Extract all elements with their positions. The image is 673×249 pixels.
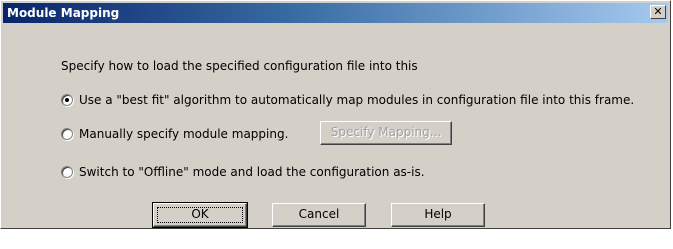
focus-rectangle: [157, 207, 243, 223]
option-best-fit-label: Use a "best fit" algorithm to automatica…: [79, 93, 635, 107]
close-icon[interactable]: ✕: [650, 5, 666, 19]
specify-mapping-button[interactable]: Specify Mapping...: [320, 121, 452, 145]
cancel-button[interactable]: Cancel: [272, 203, 366, 227]
option-offline[interactable]: Switch to "Offline" mode and load the co…: [61, 165, 425, 179]
module-mapping-dialog: Module Mapping ✕ Specify how to load the…: [0, 0, 671, 229]
radio-offline[interactable]: [61, 166, 73, 178]
option-best-fit[interactable]: Use a "best fit" algorithm to automatica…: [61, 93, 634, 107]
dialog-title: Module Mapping: [7, 6, 120, 20]
title-bar[interactable]: Module Mapping ✕: [3, 3, 668, 23]
option-manual[interactable]: Manually specify module mapping.: [61, 127, 288, 141]
radio-best-fit[interactable]: [61, 94, 73, 106]
help-button[interactable]: Help: [391, 203, 485, 227]
option-manual-label: Manually specify module mapping.: [79, 127, 289, 141]
radio-manual[interactable]: [61, 128, 73, 140]
option-offline-label: Switch to "Offline" mode and load the co…: [79, 165, 425, 179]
prompt-text: Specify how to load the specified config…: [61, 59, 418, 73]
ok-button[interactable]: OK: [152, 202, 248, 228]
